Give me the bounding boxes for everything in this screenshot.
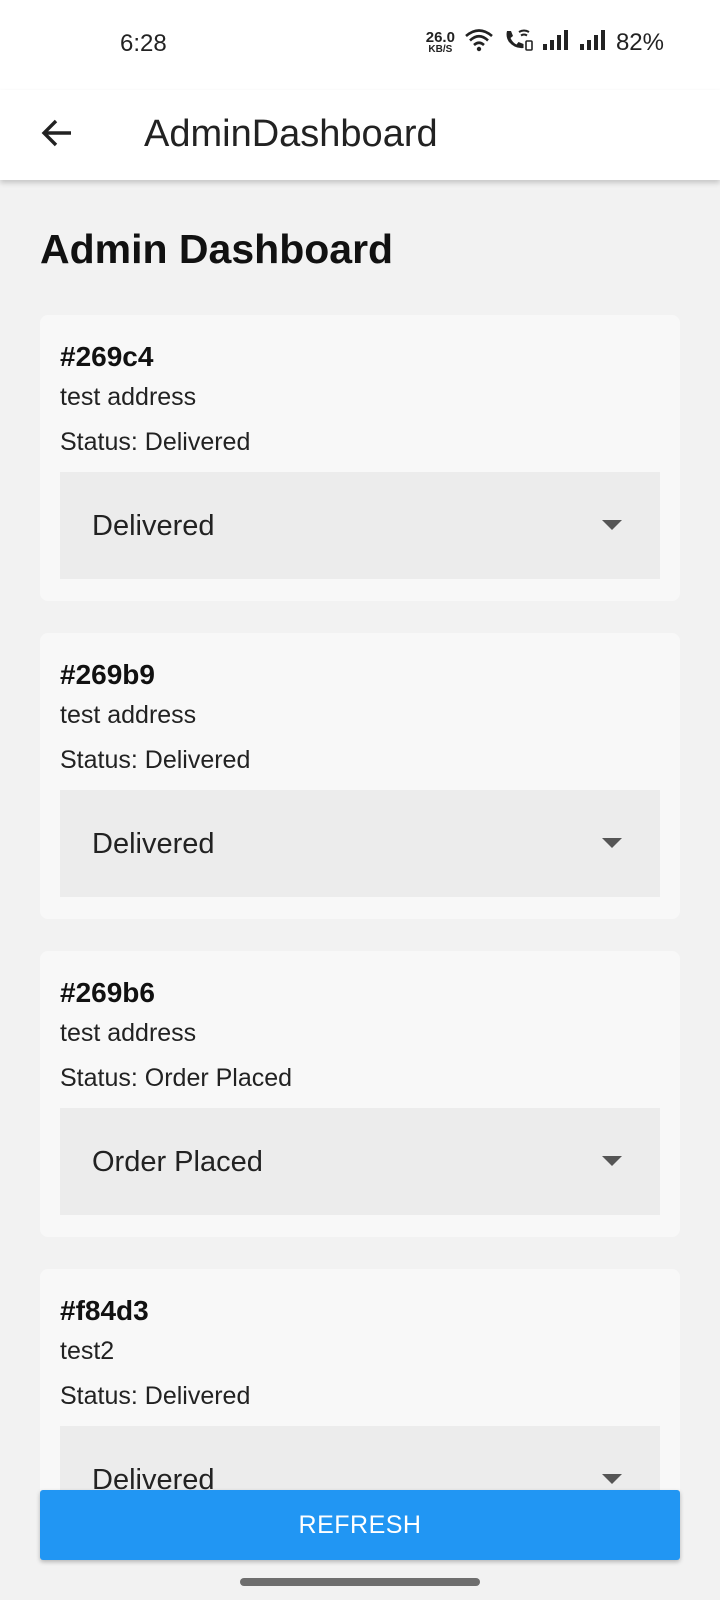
order-address: test address xyxy=(60,1019,197,1047)
order-status: Status: Delivered xyxy=(60,1382,251,1410)
status-dropdown-value: Delivered xyxy=(92,828,215,860)
home-indicator[interactable] xyxy=(240,1578,480,1586)
battery-percentage: 82% xyxy=(615,28,664,56)
network-speed: 26.0 KB/S xyxy=(426,30,455,55)
status-icons: 26.0 KB/S 82% xyxy=(426,28,664,57)
order-address: test address xyxy=(60,383,197,411)
wifi-calling-icon xyxy=(503,28,533,57)
main-content[interactable]: Admin Dashboard #269c4 test address Stat… xyxy=(0,182,720,1600)
dropdown-arrow-icon xyxy=(602,520,622,530)
status-dropdown-value: Delivered xyxy=(92,510,215,542)
signal-icon xyxy=(579,29,607,56)
order-id: #269c4 xyxy=(60,341,154,372)
status-dropdown[interactable]: Delivered xyxy=(60,472,660,579)
page-title: Admin Dashboard xyxy=(40,226,394,272)
app-bar: AdminDashboard xyxy=(0,90,720,180)
back-button[interactable] xyxy=(34,112,80,158)
dropdown-arrow-icon xyxy=(602,1474,622,1484)
order-card: #269c4 test address Status: Delivered De… xyxy=(40,315,680,601)
order-card: #269b6 test address Status: Order Placed… xyxy=(40,951,680,1237)
status-dropdown[interactable]: Delivered xyxy=(60,790,660,897)
order-status: Status: Delivered xyxy=(60,746,251,774)
dropdown-arrow-icon xyxy=(602,838,622,848)
dropdown-arrow-icon xyxy=(602,1156,622,1166)
wifi-icon xyxy=(464,28,494,57)
signal-icon xyxy=(542,29,570,56)
order-status: Status: Order Placed xyxy=(60,1064,293,1092)
arrow-back-icon xyxy=(39,115,75,156)
order-status: Status: Delivered xyxy=(60,428,251,456)
status-dropdown-value: Order Placed xyxy=(92,1146,263,1178)
network-speed-value: 26.0 xyxy=(425,29,455,46)
network-speed-unit: KB/S xyxy=(428,44,453,55)
order-id: #f84d3 xyxy=(60,1295,149,1326)
order-id: #269b9 xyxy=(60,659,155,690)
status-dropdown[interactable]: Order Placed xyxy=(60,1108,660,1215)
order-id: #269b6 xyxy=(60,977,155,1008)
status-bar: 6:28 26.0 KB/S 82% xyxy=(0,0,720,90)
refresh-button[interactable]: REFRESH xyxy=(40,1490,680,1560)
order-address: test address xyxy=(60,701,197,729)
order-address: test2 xyxy=(60,1337,115,1365)
order-card: #269b9 test address Status: Delivered De… xyxy=(40,633,680,919)
app-bar-title: AdminDashboard xyxy=(144,113,438,155)
status-time: 6:28 xyxy=(120,30,167,57)
